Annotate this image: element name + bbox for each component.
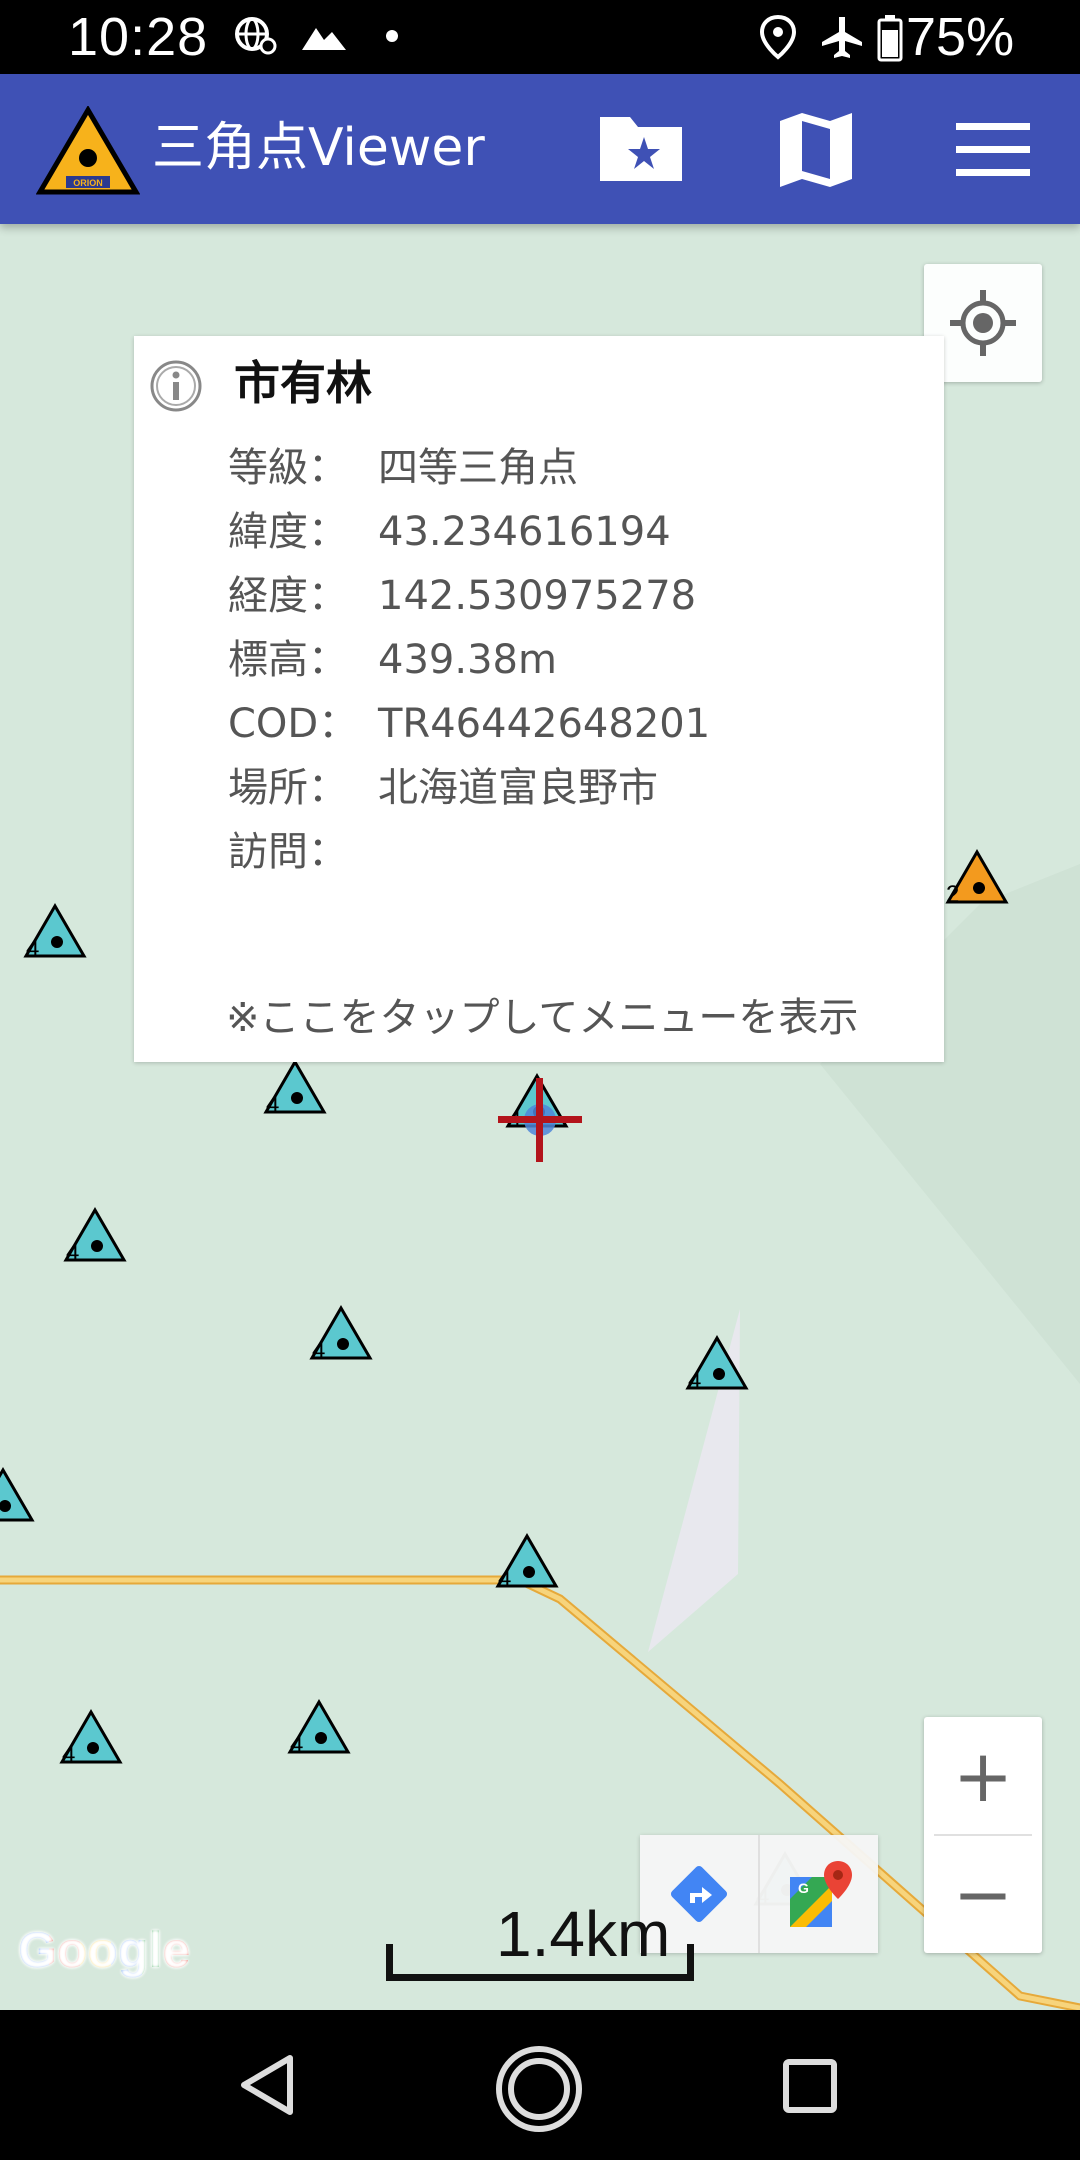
battery-icon xyxy=(877,15,903,62)
svg-text:4: 4 xyxy=(290,1731,303,1758)
battery-percent: 75% xyxy=(906,7,1015,67)
map-icon[interactable] xyxy=(776,109,856,189)
svg-text:ORION: ORION xyxy=(73,178,103,188)
orion-logo-icon: ORION xyxy=(36,106,140,195)
triangulation-marker[interactable]: 4 xyxy=(286,1698,352,1758)
status-time: 10:28 xyxy=(68,7,209,67)
info-label: 経度： xyxy=(228,573,348,619)
triangulation-marker[interactable]: 4 xyxy=(308,1304,374,1364)
map-view[interactable]: 4 4 4 4 4 4 4 4 4 2 xyxy=(0,224,1080,2010)
app-title: 三角点Viewer xyxy=(152,118,485,178)
svg-text:4: 4 xyxy=(498,1565,511,1592)
info-label: 等級： xyxy=(228,445,348,491)
status-bar: 10:28 75% xyxy=(0,0,1080,74)
triangulation-marker[interactable]: 4 xyxy=(0,1466,36,1526)
svg-text:2: 2 xyxy=(946,881,959,908)
info-icon xyxy=(150,360,202,412)
info-label: COD： xyxy=(228,701,359,747)
svg-text:4: 4 xyxy=(66,1239,79,1266)
home-icon[interactable] xyxy=(494,2044,584,2134)
google-maps-icon: G xyxy=(790,1861,852,1927)
triangulation-marker[interactable]: 4 xyxy=(494,1532,560,1592)
zoom-out-button[interactable]: − xyxy=(924,1835,1042,1953)
triangulation-marker[interactable]: 4 xyxy=(684,1334,750,1394)
svg-text:4: 4 xyxy=(26,935,39,962)
scale-label: 1.4km xyxy=(496,1898,671,1970)
triangulation-marker[interactable]: 4 xyxy=(62,1206,128,1266)
open-google-maps-button[interactable]: G xyxy=(760,1835,878,1953)
recents-icon[interactable] xyxy=(782,2058,838,2114)
zoom-out-label: − xyxy=(952,1852,1014,1936)
info-value: 北海道富良野市 xyxy=(378,765,658,811)
info-value: 439.38m xyxy=(378,637,557,683)
info-label: 訪問： xyxy=(228,829,348,875)
location-icon xyxy=(759,14,797,60)
triangulation-marker[interactable]: 2 xyxy=(944,848,1010,908)
zoom-in-button[interactable]: + xyxy=(924,1717,1042,1835)
info-hint: ※ここをタップしてメニューを表示 xyxy=(226,995,859,1041)
google-logo-text: Google xyxy=(18,1922,191,1978)
info-value: 43.234616194 xyxy=(378,509,671,555)
info-label: 標高： xyxy=(228,637,348,683)
info-value: TR46442648201 xyxy=(378,701,711,747)
info-title: 市有林 xyxy=(234,356,372,410)
google-attribution: Google xyxy=(18,1920,190,1980)
crosshair-icon xyxy=(498,1078,582,1162)
info-value: 四等三角点 xyxy=(378,445,578,491)
my-location-icon xyxy=(950,290,1016,356)
info-label: 場所： xyxy=(228,765,348,811)
svg-text:4: 4 xyxy=(62,1741,75,1768)
info-label: 緯度： xyxy=(228,509,348,555)
app-bar: ORION 三角点Viewer xyxy=(0,74,1080,224)
svg-text:4: 4 xyxy=(688,1367,701,1394)
zoom-in-label: + xyxy=(952,1734,1014,1818)
svg-text:G: G xyxy=(798,1880,809,1896)
airplane-mode-icon xyxy=(822,17,862,58)
triangulation-marker[interactable]: 4 xyxy=(22,902,88,962)
triangulation-marker[interactable]: 4 xyxy=(262,1058,328,1118)
triangulation-marker[interactable]: 4 xyxy=(58,1708,124,1768)
mountain-notification-icon xyxy=(302,28,346,50)
menu-icon[interactable] xyxy=(954,109,1032,189)
zoom-controls: + − xyxy=(924,1717,1042,1953)
info-window[interactable]: 市有林 等級： 四等三角点 緯度： 43.234616194 経度： 142.5… xyxy=(134,336,944,1062)
info-value: 142.530975278 xyxy=(378,573,697,619)
svg-text:4: 4 xyxy=(266,1091,279,1118)
vpn-globe-icon xyxy=(235,17,277,55)
svg-text:4: 4 xyxy=(312,1337,325,1364)
favorites-folder-icon[interactable] xyxy=(596,109,686,189)
system-nav-bar xyxy=(0,2010,1080,2160)
dot-icon xyxy=(386,30,398,42)
back-icon[interactable] xyxy=(238,2054,298,2116)
